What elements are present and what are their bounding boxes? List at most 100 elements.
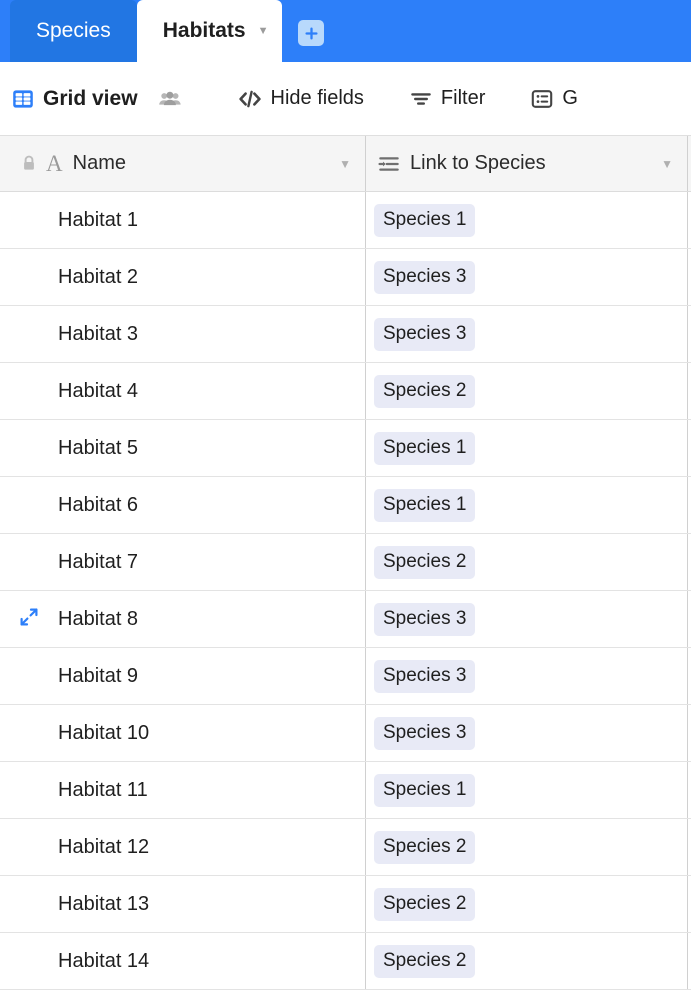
linked-record-chip[interactable]: Species 3: [374, 716, 476, 750]
table-row[interactable]: Habitat 3 Species 3: [0, 306, 691, 363]
cell-name[interactable]: Habitat 13: [0, 876, 366, 932]
grid-header-row: A Name ▼ Link to Species ▼: [0, 136, 691, 192]
table-row[interactable]: Habitat 2 Species 3: [0, 249, 691, 306]
linked-record-chip[interactable]: Species 3: [374, 260, 476, 294]
chevron-down-icon[interactable]: ▼: [339, 158, 351, 170]
table-row[interactable]: Habitat 9 Species 3: [0, 648, 691, 705]
cell-link-to-species[interactable]: Species 2: [366, 534, 688, 590]
row-name-text: Habitat 11: [58, 778, 148, 801]
row-name-text: Habitat 14: [58, 949, 150, 972]
cell-name[interactable]: Habitat 9: [0, 648, 366, 704]
expand-record-slot: [0, 551, 58, 574]
row-name-text: Habitat 7: [58, 550, 139, 573]
linked-record-chip[interactable]: Species 1: [374, 488, 476, 522]
cell-link-to-species[interactable]: Species 2: [366, 819, 688, 875]
cell-link-to-species[interactable]: Species 2: [366, 876, 688, 932]
tab-species[interactable]: Species: [10, 0, 137, 62]
table-row[interactable]: Habitat 5 Species 1: [0, 420, 691, 477]
tab-species-label: Species: [36, 19, 111, 42]
code-brackets-icon: [238, 88, 262, 110]
link-record-icon: [378, 155, 400, 173]
linked-record-chip[interactable]: Species 2: [374, 374, 476, 408]
expand-record-slot: [0, 836, 58, 859]
cell-name[interactable]: Habitat 1: [0, 192, 366, 248]
cell-link-to-species[interactable]: Species 3: [366, 648, 688, 704]
tab-habitats[interactable]: Habitats ▼: [136, 0, 283, 62]
collaborators-button[interactable]: [158, 89, 182, 109]
linked-record-chip[interactable]: Species 2: [374, 830, 476, 864]
group-button[interactable]: G: [531, 87, 578, 110]
tab-bar: Species Habitats ▼: [0, 0, 691, 62]
cell-name[interactable]: Habitat 10: [0, 705, 366, 761]
expand-record-slot: [0, 266, 58, 289]
expand-record-slot: [0, 779, 58, 802]
table-row[interactable]: Habitat 12 Species 2: [0, 819, 691, 876]
expand-record-icon[interactable]: [20, 608, 38, 631]
row-name-text: Habitat 3: [58, 322, 139, 345]
cell-link-to-species[interactable]: Species 3: [366, 591, 688, 647]
expand-record-slot: [0, 950, 58, 973]
linked-record-chip[interactable]: Species 3: [374, 317, 476, 351]
row-name-text: Habitat 9: [58, 664, 139, 687]
cell-link-to-species[interactable]: Species 1: [366, 192, 688, 248]
chevron-down-icon[interactable]: ▼: [258, 25, 269, 37]
row-name-text: Habitat 2: [58, 265, 139, 288]
table-row[interactable]: Habitat 14 Species 2: [0, 933, 691, 990]
data-grid: A Name ▼ Link to Species ▼ Habitat 1 Spe…: [0, 136, 691, 990]
table-row[interactable]: Habitat 7 Species 2: [0, 534, 691, 591]
cell-link-to-species[interactable]: Species 3: [366, 705, 688, 761]
linked-record-chip[interactable]: Species 3: [374, 602, 476, 636]
group-label: G: [562, 87, 578, 109]
expand-record-slot: [0, 323, 58, 346]
hide-fields-label: Hide fields: [270, 87, 364, 109]
cell-link-to-species[interactable]: Species 2: [366, 363, 688, 419]
table-row[interactable]: Habitat 4 Species 2: [0, 363, 691, 420]
grid-view-button[interactable]: Grid view: [12, 87, 138, 111]
linked-record-chip[interactable]: Species 1: [374, 431, 476, 465]
linked-record-chip[interactable]: Species 2: [374, 545, 476, 579]
cell-name[interactable]: Habitat 7: [0, 534, 366, 590]
linked-record-chip[interactable]: Species 2: [374, 944, 476, 978]
add-table-button[interactable]: [298, 20, 325, 46]
table-row[interactable]: Habitat 13 Species 2: [0, 876, 691, 933]
row-name-text: Habitat 1: [58, 208, 139, 231]
hide-fields-button[interactable]: Hide fields: [238, 87, 364, 110]
cell-name[interactable]: Habitat 4: [0, 363, 366, 419]
cell-name[interactable]: Habitat 11: [0, 762, 366, 818]
plus-icon: [305, 26, 318, 40]
linked-record-chip[interactable]: Species 2: [374, 887, 476, 921]
grid-view-label: Grid view: [43, 86, 138, 110]
column-header-link-to-species[interactable]: Link to Species ▼: [366, 136, 688, 191]
cell-link-to-species[interactable]: Species 1: [366, 477, 688, 533]
filter-button[interactable]: Filter: [410, 87, 485, 110]
row-name-text: Habitat 13: [58, 892, 150, 915]
table-row[interactable]: Habitat 10 Species 3: [0, 705, 691, 762]
expand-record-slot: [0, 722, 58, 745]
table-row[interactable]: Habitat 1 Species 1: [0, 192, 691, 249]
row-name-text: Habitat 12: [58, 835, 150, 858]
cell-link-to-species[interactable]: Species 3: [366, 249, 688, 305]
cell-link-to-species[interactable]: Species 3: [366, 306, 688, 362]
cell-name[interactable]: Habitat 8: [0, 591, 366, 647]
chevron-down-icon[interactable]: ▼: [661, 158, 673, 170]
cell-name[interactable]: Habitat 2: [0, 249, 366, 305]
column-header-name[interactable]: A Name ▼: [0, 136, 366, 191]
cell-name[interactable]: Habitat 3: [0, 306, 366, 362]
cell-name[interactable]: Habitat 5: [0, 420, 366, 476]
row-name-text: Habitat 10: [58, 721, 150, 744]
cell-name[interactable]: Habitat 14: [0, 933, 366, 989]
cell-link-to-species[interactable]: Species 1: [366, 762, 688, 818]
cell-link-to-species[interactable]: Species 1: [366, 420, 688, 476]
grid-rows: Habitat 1 Species 1 Habitat 2 Species 3: [0, 192, 691, 990]
table-row[interactable]: Habitat 8 Species 3: [0, 591, 691, 648]
linked-record-chip[interactable]: Species 1: [374, 773, 476, 807]
table-row[interactable]: Habitat 6 Species 1: [0, 477, 691, 534]
table-row[interactable]: Habitat 11 Species 1: [0, 762, 691, 819]
expand-record-slot: [0, 665, 58, 688]
cell-name[interactable]: Habitat 6: [0, 477, 366, 533]
linked-record-chip[interactable]: Species 3: [374, 659, 476, 693]
cell-name[interactable]: Habitat 12: [0, 819, 366, 875]
cell-link-to-species[interactable]: Species 2: [366, 933, 688, 989]
linked-record-chip[interactable]: Species 1: [374, 203, 476, 237]
filter-label: Filter: [440, 87, 486, 109]
